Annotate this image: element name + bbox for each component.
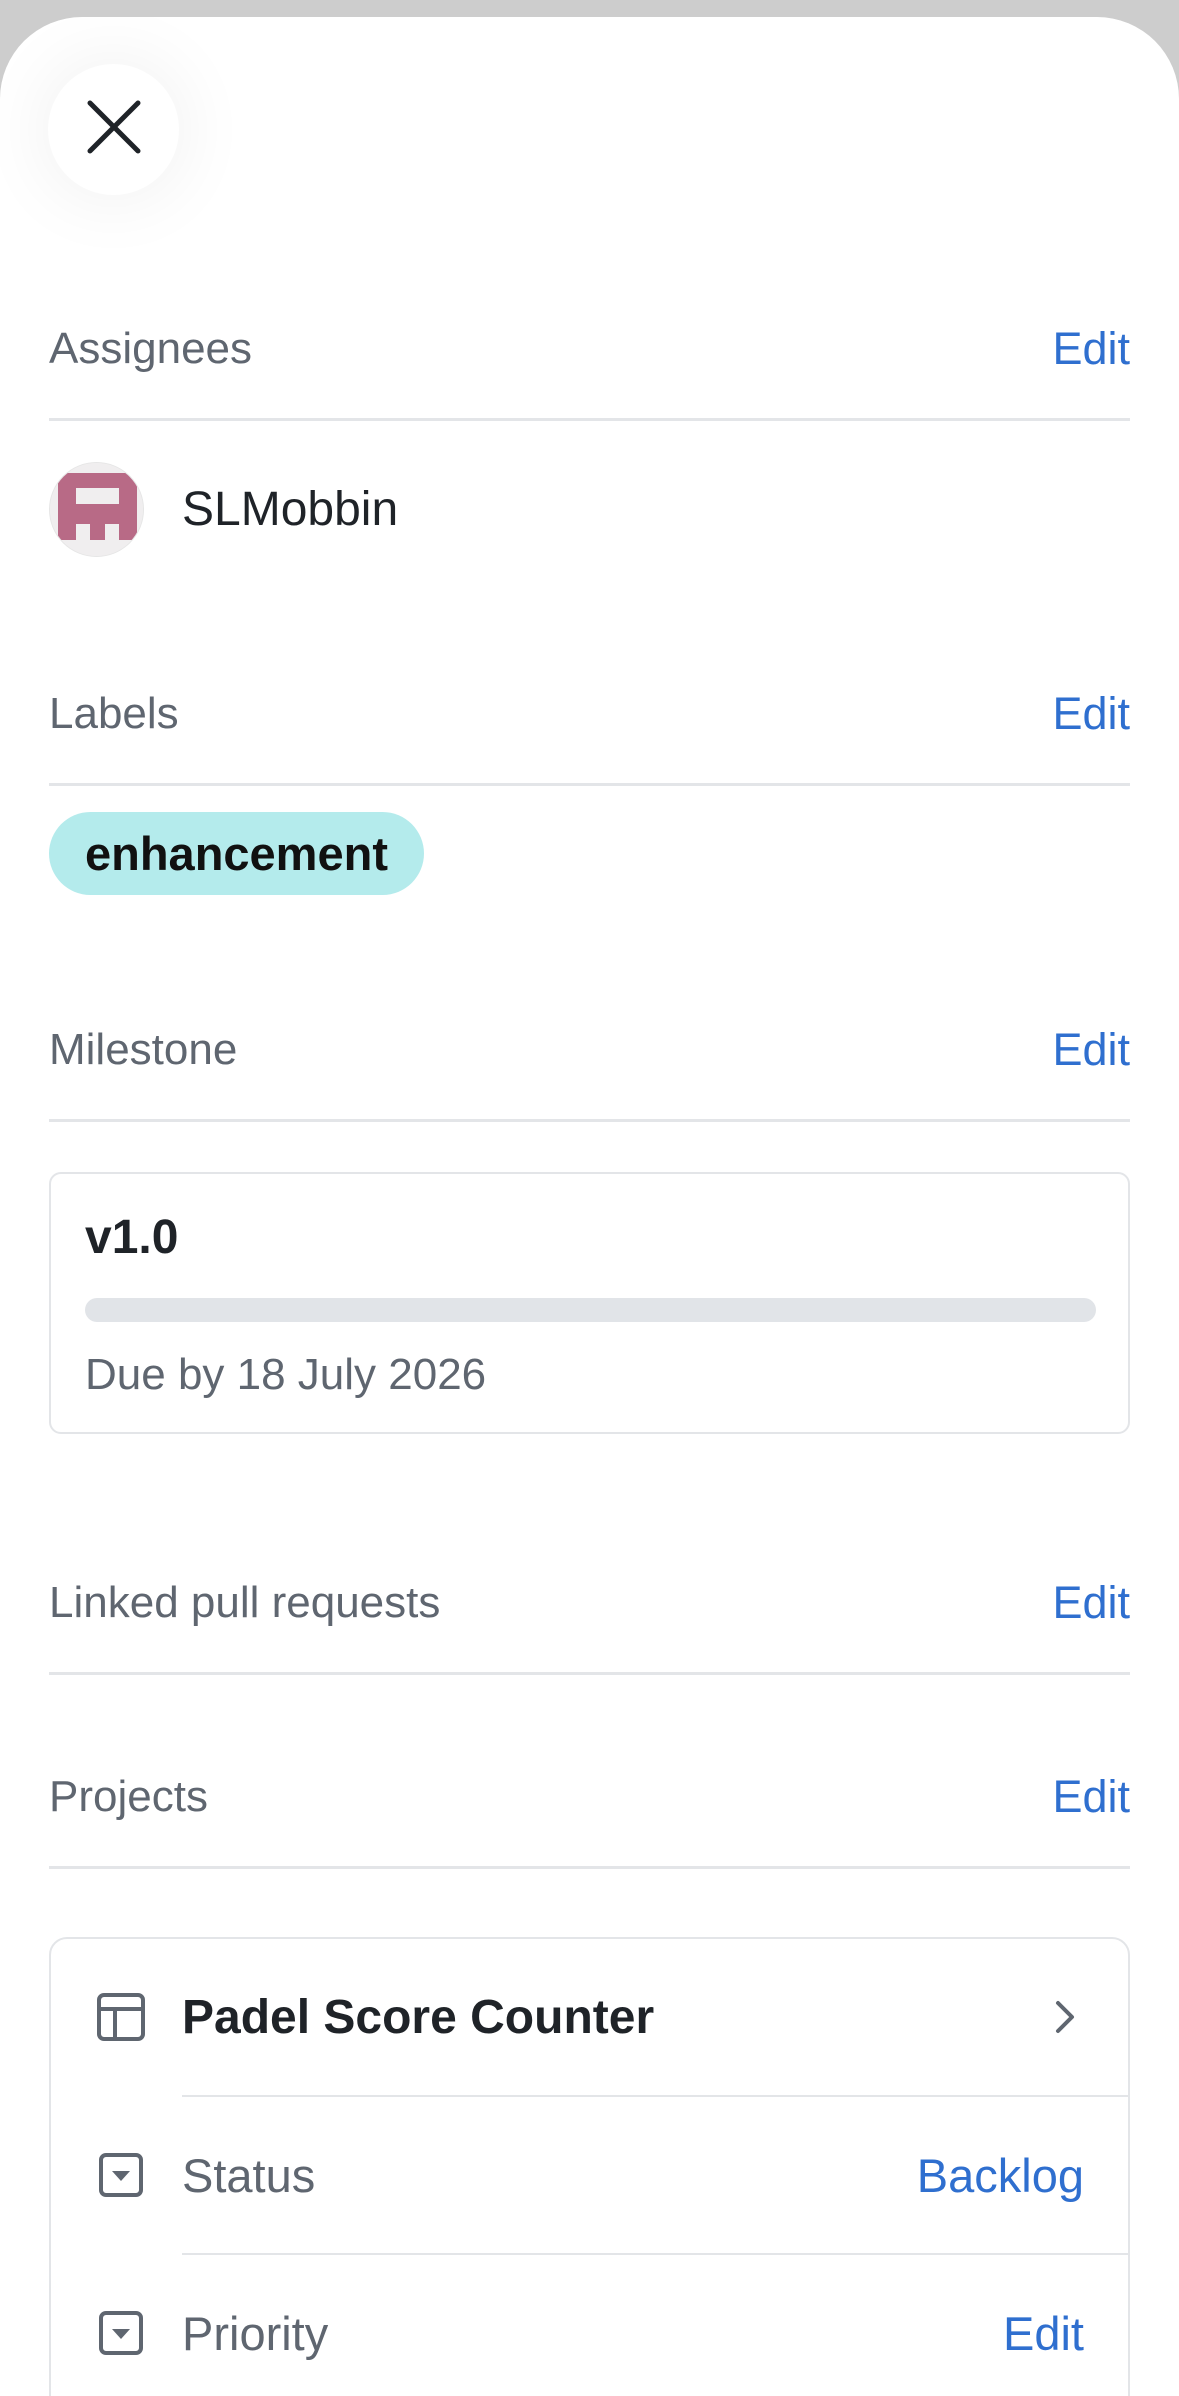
- assignees-divider: [49, 418, 1130, 421]
- projects-header: Projects Edit: [49, 1762, 1130, 1832]
- projects-divider: [49, 1866, 1130, 1869]
- projects-edit-button[interactable]: Edit: [1052, 1771, 1130, 1823]
- assignees-edit-button[interactable]: Edit: [1052, 323, 1130, 375]
- linked-pull-requests-title: Linked pull requests: [49, 1578, 441, 1627]
- label-chip-enhancement[interactable]: enhancement: [49, 812, 424, 895]
- labels-header: Labels Edit: [49, 679, 1130, 749]
- assignees-title: Assignees: [49, 324, 253, 373]
- linked-pull-requests-divider: [49, 1672, 1130, 1675]
- table-icon: [95, 1991, 147, 2043]
- milestone-edit-button[interactable]: Edit: [1052, 1024, 1130, 1076]
- priority-label: Priority: [182, 2306, 329, 2360]
- status-value[interactable]: Backlog: [917, 2148, 1084, 2203]
- dropdown-field-icon: [95, 2307, 147, 2359]
- project-card: Padel Score Counter Status Backlog Prior…: [49, 1937, 1130, 2396]
- assignees-header: Assignees Edit: [49, 314, 1130, 384]
- status-label: Status: [182, 2148, 316, 2202]
- milestone-title: Milestone: [49, 1025, 238, 1074]
- chevron-right-icon: [1050, 1997, 1080, 2037]
- project-field-status[interactable]: Status Backlog: [51, 2097, 1128, 2253]
- project-field-priority[interactable]: Priority Edit: [51, 2255, 1128, 2396]
- labels-edit-button[interactable]: Edit: [1052, 688, 1130, 740]
- milestone-header: Milestone Edit: [49, 1015, 1130, 1085]
- priority-edit-button[interactable]: Edit: [1003, 2306, 1084, 2361]
- issue-details-sheet: Assignees Edit SLMobbin Labels Edit enha…: [0, 17, 1179, 2396]
- linked-pull-requests-edit-button[interactable]: Edit: [1052, 1577, 1130, 1629]
- milestone-card[interactable]: v1.0 Due by 18 July 2026: [49, 1172, 1130, 1434]
- labels-divider: [49, 783, 1130, 786]
- labels-title: Labels: [49, 689, 179, 738]
- assignee-item[interactable]: SLMobbin: [49, 461, 398, 557]
- close-button[interactable]: [48, 64, 179, 195]
- milestone-progress-bar: [85, 1298, 1096, 1322]
- assignee-name: SLMobbin: [182, 482, 399, 536]
- project-name: Padel Score Counter: [182, 1990, 655, 2044]
- identicon-avatar: [49, 461, 144, 557]
- linked-pull-requests-header: Linked pull requests Edit: [49, 1568, 1130, 1638]
- milestone-divider: [49, 1119, 1130, 1122]
- dropdown-field-icon: [95, 2149, 147, 2201]
- close-icon: [86, 99, 142, 160]
- projects-title: Projects: [49, 1772, 208, 1821]
- milestone-due-date: Due by 18 July 2026: [85, 1350, 487, 1399]
- project-title-row[interactable]: Padel Score Counter: [51, 1939, 1128, 2095]
- milestone-name: v1.0: [85, 1211, 179, 1264]
